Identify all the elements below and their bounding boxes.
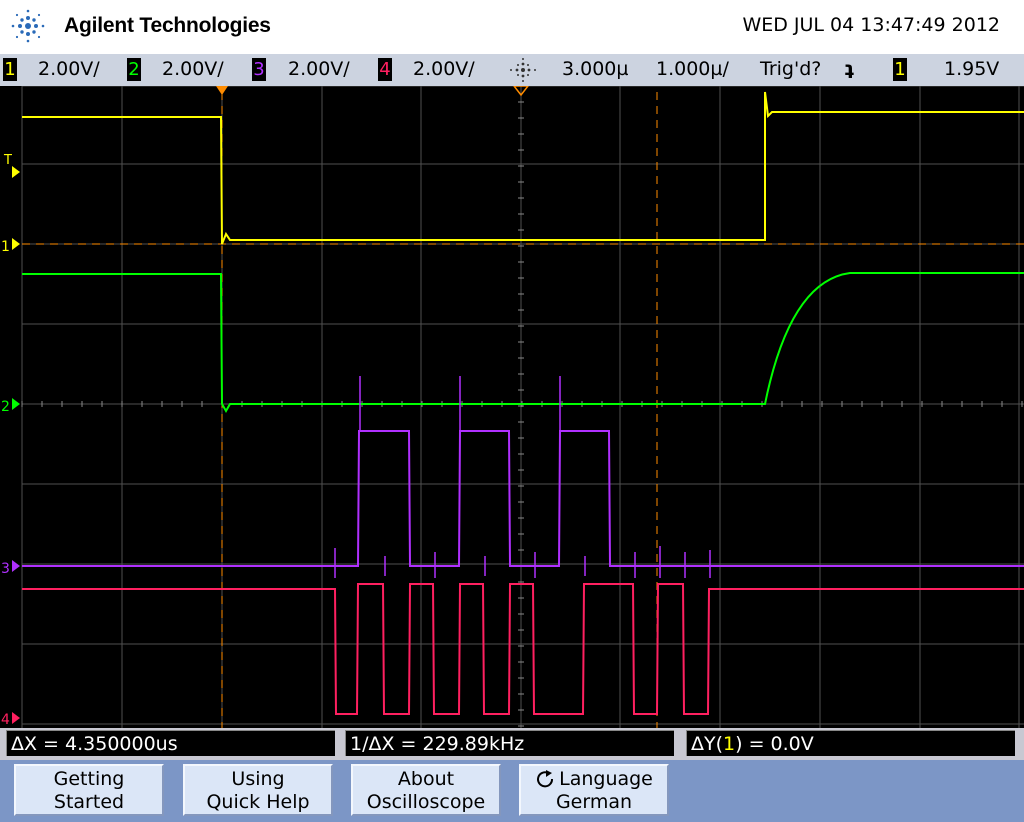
ch1-ground-arrow (12, 238, 20, 250)
trigger-level[interactable]: 1.95V (944, 58, 999, 81)
language-label: Language (559, 768, 653, 790)
cycle-icon (537, 770, 554, 788)
delta-x-readout: ΔX = 4.350000us (6, 730, 335, 756)
language-button[interactable]: Language German (519, 764, 669, 816)
waveform-display[interactable]: T 1 2 3 4 (0, 85, 1024, 728)
delta-y-source: 1 (723, 733, 736, 755)
delta-y-prefix: ΔY( (691, 733, 724, 755)
ch3-ground-marker: 3 (1, 561, 10, 577)
date-time: WED JUL 04 13:47:49 2012 (742, 14, 1000, 36)
ch1-trace (22, 91, 1024, 245)
ch2-ground-arrow (12, 398, 20, 410)
ch4-ground-marker: 4 (1, 712, 10, 728)
softkey-label-line2: Oscilloscope (366, 791, 486, 813)
waveform-graticule: T 1 2 3 4 (1, 85, 1024, 728)
status-bar: 1 2.00V/ 2 2.00V/ 3 2.00V/ 4 2.00V/ 3.00… (0, 54, 1024, 86)
quick-help-button[interactable]: Using Quick Help (183, 764, 333, 816)
timebase-value[interactable]: 1.000µ/ (656, 58, 729, 81)
agilent-spark-logo (11, 9, 45, 43)
ch3-ground-arrow (12, 560, 20, 572)
softkey-label-line1: About (397, 768, 455, 790)
measurement-bar: ΔX = 4.350000us 1/ΔX = 229.89kHz ΔY(1) =… (0, 728, 1024, 760)
trigger-state: Trig'd? (760, 58, 822, 80)
ch3-scale: 2.00V/ (288, 58, 350, 80)
timebase-sparkle-icon (510, 58, 536, 82)
ch2-badge[interactable]: 2 (127, 58, 141, 81)
trigger-marker-t: T (3, 153, 12, 168)
ch2-scale: 2.00V/ (162, 58, 224, 80)
trigger-slope-icon: ʇ (845, 58, 855, 80)
softkey-label-line2: Quick Help (206, 791, 310, 813)
about-oscilloscope-button[interactable]: About Oscilloscope (351, 764, 501, 816)
softkey-label-line1: Language (521, 768, 667, 791)
trigger-level-arrow (12, 166, 20, 178)
header-bar: Agilent Technologies WED JUL 04 13:47:49… (0, 0, 1024, 54)
delta-y-readout: ΔY(1) = 0.0V (686, 730, 1015, 756)
ch4-ground-arrow (12, 712, 20, 724)
ch4-scale: 2.00V/ (413, 58, 475, 80)
trigger-position-marker (216, 86, 228, 95)
softkey-label-line2: German (555, 791, 633, 813)
inverse-delta-x-readout: 1/ΔX = 229.89kHz (345, 730, 674, 756)
brand-name: Agilent Technologies (64, 14, 271, 37)
delay-value[interactable]: 3.000µ (562, 58, 628, 81)
axis-ticks (21, 85, 1023, 727)
ch3-badge[interactable]: 3 (252, 58, 266, 81)
softkey-label-line2: Started (53, 791, 125, 813)
ch3-trace (22, 430, 1024, 567)
ch1-scale: 2.00V/ (38, 58, 100, 80)
ch2-ground-marker: 2 (1, 399, 10, 415)
ch4-badge[interactable]: 4 (378, 58, 392, 81)
ch1-badge[interactable]: 1 (3, 58, 17, 81)
softkey-label-line1: Getting (53, 768, 125, 790)
trigger-source-badge[interactable]: 1 (893, 58, 907, 81)
softkey-bar: Getting Started Using Quick Help About O… (0, 760, 1024, 822)
ch1-ground-marker: 1 (1, 239, 10, 255)
getting-started-button[interactable]: Getting Started (14, 764, 164, 816)
delta-y-suffix: ) = 0.0V (735, 733, 814, 755)
softkey-label-line1: Using (231, 768, 285, 790)
